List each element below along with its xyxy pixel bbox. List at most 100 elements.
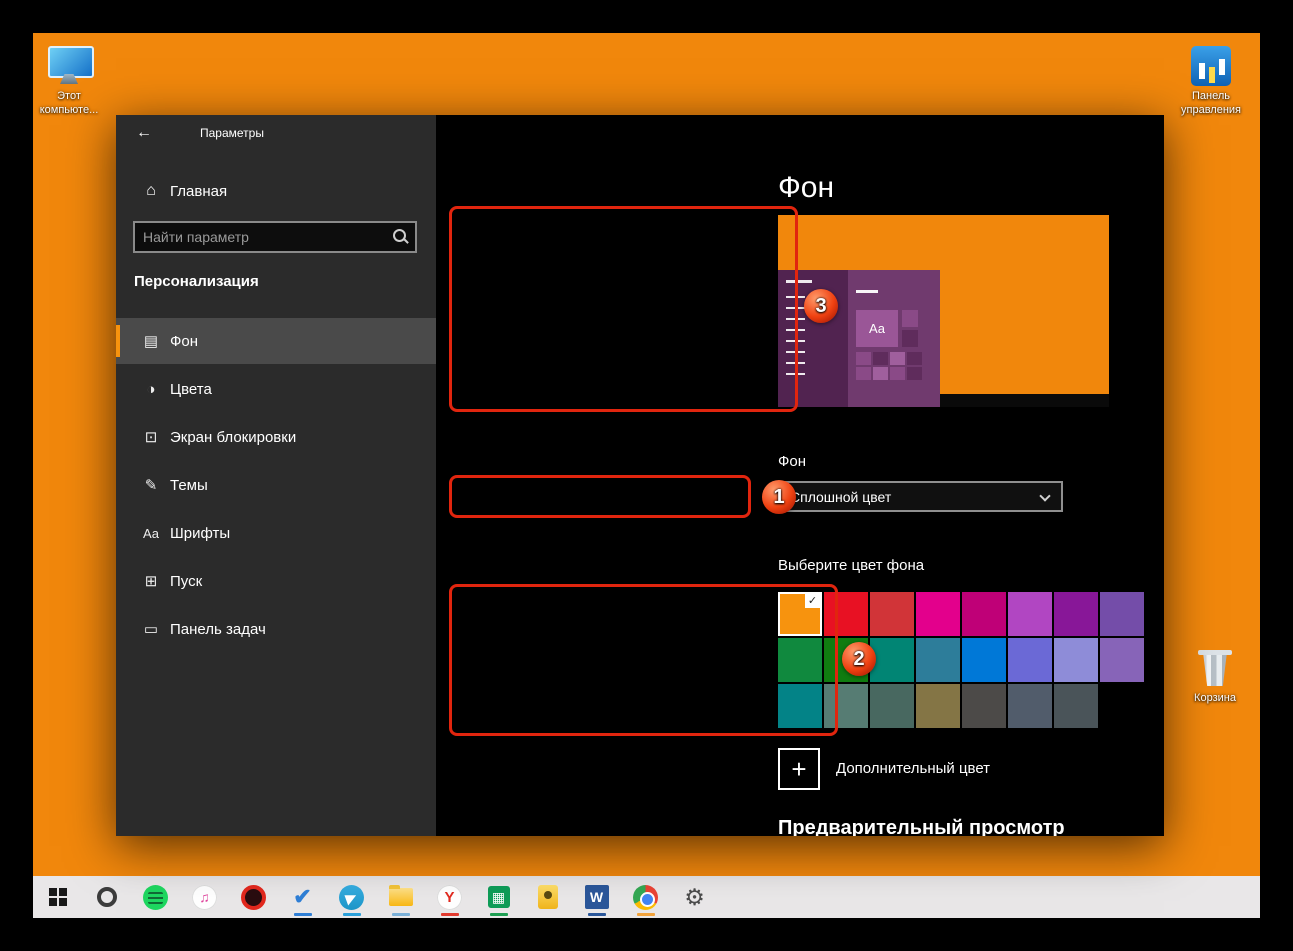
background-type-dropdown[interactable]: Сплошной цвет: [778, 481, 1063, 512]
running-indicator: [343, 913, 361, 916]
annotation-badge-2: 2: [842, 642, 876, 676]
taskbar-item-opera[interactable]: [229, 876, 278, 918]
color-swatch[interactable]: [1054, 638, 1098, 682]
sidebar-item-label: Шрифты: [170, 525, 230, 542]
sidebar-item-background[interactable]: ▤ Фон: [116, 318, 436, 364]
preview-mini-window: Aa: [778, 270, 940, 407]
yandex-browser-icon: Y: [437, 885, 462, 910]
taskbar-item-explorer[interactable]: [376, 876, 425, 918]
preview-changes-heading: Предварительный просмотр изменений: [778, 817, 1164, 836]
section-title: Персонализация: [134, 273, 259, 290]
color-swatch[interactable]: [916, 638, 960, 682]
settings-window: ← Параметры ✕ ⌂ Главная Персонализация ▤…: [116, 115, 1164, 836]
color-swatch[interactable]: [1054, 684, 1098, 728]
spotify-icon: [143, 885, 168, 910]
desktop-icon-this-pc[interactable]: Этот компьюте...: [34, 46, 104, 118]
sidebar-item-label: Фон: [170, 333, 198, 350]
color-swatch[interactable]: [824, 592, 868, 636]
running-indicator: [490, 913, 508, 916]
color-swatch[interactable]: [1100, 684, 1144, 728]
sidebar-item-label: Экран блокировки: [170, 429, 296, 446]
color-swatch[interactable]: [870, 684, 914, 728]
themes-icon: ✎: [140, 476, 162, 494]
taskbar-item-ring-app[interactable]: [82, 876, 131, 918]
sidebar-item-fonts[interactable]: Aa Шрифты: [116, 510, 436, 556]
recycle-bin-icon: [1198, 648, 1232, 688]
home-label: Главная: [170, 183, 227, 200]
settings-content: Фон Aa Фон Сплошной ц: [436, 115, 1164, 836]
sidebar-item-colors[interactable]: ◑Цвета: [116, 366, 436, 412]
dropdown-value: Сплошной цвет: [790, 489, 891, 505]
color-swatch[interactable]: [1008, 592, 1052, 636]
explorer-icon: [389, 888, 413, 906]
taskbar-item-settings-gear[interactable]: ⚙: [670, 876, 719, 918]
sidebar-item-label: Пуск: [170, 573, 202, 590]
search-icon[interactable]: [389, 226, 411, 248]
chevron-down-icon: [1039, 490, 1050, 501]
color-swatch[interactable]: [824, 684, 868, 728]
background-dropdown-label: Фон: [778, 453, 806, 470]
running-indicator: [588, 913, 606, 916]
taskbar-item-telegram[interactable]: [327, 876, 376, 918]
desktop-icon-recycle-bin[interactable]: Корзина: [1180, 648, 1250, 706]
sidebar-menu: ▤ Фон ◑Цвета⊡Экран блокировки✎Темы Aa Шрифты…: [116, 318, 436, 654]
running-indicator: [392, 913, 410, 916]
taskbar-item-word[interactable]: W: [572, 876, 621, 918]
color-swatch[interactable]: [962, 592, 1006, 636]
taskbar-item-check-app[interactable]: ✔: [278, 876, 327, 918]
sidebar-item-taskbar[interactable]: ▭ Панель задач: [116, 606, 436, 652]
preview-mini-content: Aa: [848, 270, 940, 407]
color-swatch[interactable]: [916, 592, 960, 636]
taskbar-item-chrome[interactable]: [621, 876, 670, 918]
start-icon: ⊞: [140, 572, 162, 590]
taskbar-item-music[interactable]: ♫: [180, 876, 229, 918]
color-swatch[interactable]: ✓: [778, 592, 822, 636]
taskbar-item-key-app[interactable]: [523, 876, 572, 918]
color-swatch[interactable]: [962, 684, 1006, 728]
sidebar-item-home[interactable]: ⌂ Главная: [116, 173, 436, 209]
taskbar-icon: ▭: [140, 620, 162, 638]
background-icon: ▤: [140, 332, 162, 350]
desktop-icon-label: Панель управления: [1176, 90, 1246, 118]
color-swatch[interactable]: [778, 638, 822, 682]
running-indicator: [294, 913, 312, 916]
this-pc-icon: [46, 46, 92, 86]
taskbar-item-sheets[interactable]: ▦: [474, 876, 523, 918]
settings-search: [133, 221, 417, 253]
search-input[interactable]: [135, 229, 389, 245]
fonts-icon: Aa: [140, 526, 162, 541]
color-swatch[interactable]: [916, 684, 960, 728]
key-app-icon: [538, 885, 558, 909]
settings-gear-icon: ⚙: [684, 884, 705, 911]
custom-color-label: Дополнительный цвет: [836, 760, 990, 777]
back-button[interactable]: ←: [124, 115, 164, 151]
desktop-icon-label: Корзина: [1194, 692, 1236, 706]
color-swatch[interactable]: [1100, 592, 1144, 636]
color-swatch[interactable]: [870, 592, 914, 636]
color-swatch[interactable]: [1100, 638, 1144, 682]
sidebar-item-lock-screen[interactable]: ⊡Экран блокировки: [116, 414, 436, 460]
control-panel-icon: [1191, 46, 1231, 86]
music-icon: ♫: [192, 885, 217, 910]
sidebar-item-themes[interactable]: ✎Темы: [116, 462, 436, 508]
sidebar-item-start[interactable]: ⊞ Пуск: [116, 558, 436, 604]
color-swatch[interactable]: [870, 638, 914, 682]
taskbar-item-start[interactable]: [33, 876, 82, 918]
color-grid: ✓: [778, 592, 1144, 728]
color-swatch[interactable]: [1054, 592, 1098, 636]
color-swatch[interactable]: [778, 684, 822, 728]
desktop-icon-control-panel[interactable]: Панель управления: [1176, 46, 1246, 118]
taskbar-item-spotify[interactable]: [131, 876, 180, 918]
color-swatch[interactable]: [1008, 638, 1052, 682]
sidebar-item-label: Панель задач: [170, 621, 266, 638]
taskbar-item-yandex-browser[interactable]: Y: [425, 876, 474, 918]
window-title: Параметры: [200, 115, 264, 151]
color-swatch[interactable]: [1008, 684, 1052, 728]
telegram-icon: [339, 885, 364, 910]
color-swatch[interactable]: [962, 638, 1006, 682]
colors-icon: ◑: [140, 381, 162, 398]
selected-check-icon: ✓: [805, 593, 820, 608]
screen: Этот компьюте... Панель управления Корзина…: [0, 0, 1293, 951]
custom-color-button[interactable]: +: [778, 748, 820, 790]
opera-icon: [241, 885, 266, 910]
